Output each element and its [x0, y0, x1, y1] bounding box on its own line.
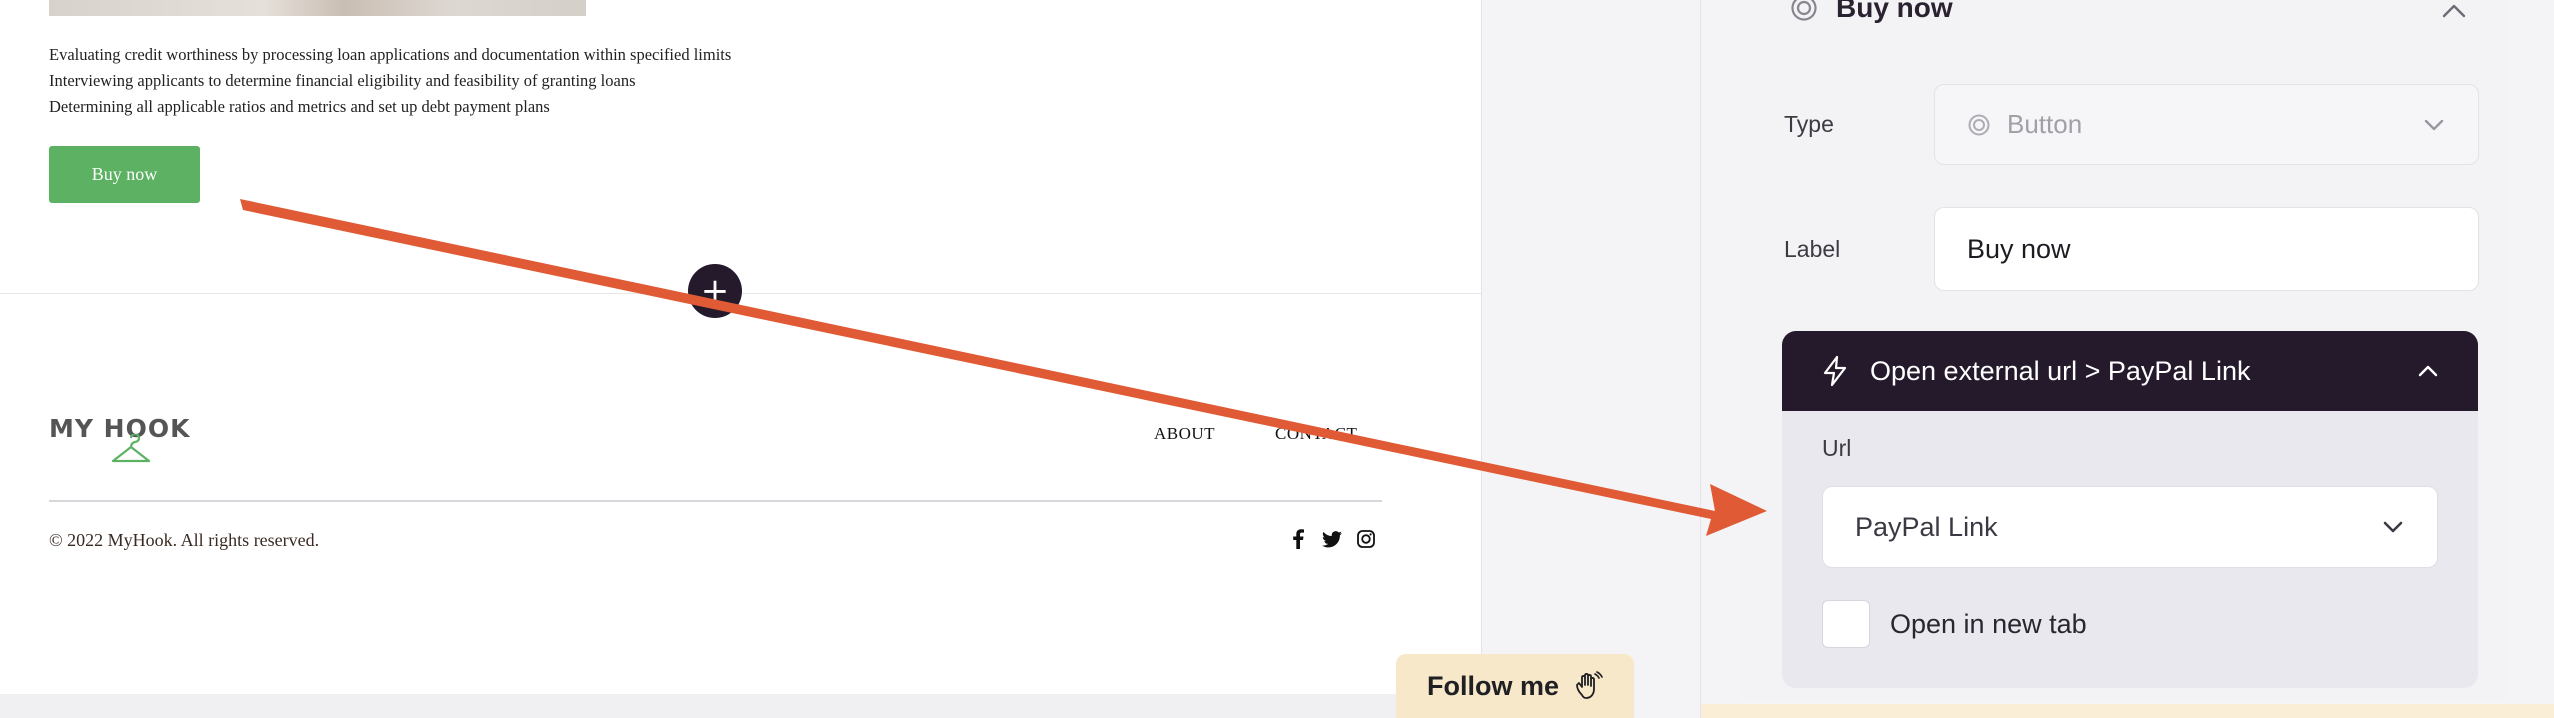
hanger-icon — [111, 434, 151, 463]
chevron-up-icon[interactable] — [2416, 363, 2440, 379]
label-label: Label — [1784, 236, 1841, 262]
url-select[interactable]: PayPal Link — [1822, 486, 2438, 568]
nav-link-contact[interactable]: CONTACT — [1275, 424, 1365, 444]
type-select[interactable]: Button — [1934, 84, 2479, 165]
open-in-new-tab-checkbox[interactable] — [1822, 600, 1870, 648]
duty-item: Evaluating credit worthiness by processi… — [49, 45, 732, 64]
nav-link-about[interactable]: ABOUT — [1154, 424, 1215, 444]
canvas-bottom-edge — [0, 694, 1482, 718]
action-card: Open external url > PayPal Link Url PayP… — [1782, 331, 2478, 688]
chevron-down-icon — [2383, 521, 2403, 533]
open-in-new-tab-label: Open in new tab — [1890, 609, 2087, 639]
footer-divider — [49, 500, 1382, 502]
url-label: Url — [1822, 435, 1852, 461]
duty-item: Determining all applicable ratios and me… — [49, 97, 550, 116]
social-links — [1288, 528, 1376, 550]
label-input[interactable] — [1934, 207, 2479, 291]
collapse-chevron-up-icon[interactable] — [2440, 0, 2468, 22]
element-header[interactable]: Buy now — [1790, 0, 1953, 24]
facebook-icon[interactable] — [1288, 528, 1308, 550]
type-label: Type — [1784, 111, 1834, 137]
website-preview: Evaluating credit worthiness by processi… — [0, 0, 1482, 694]
profile-photo — [49, 0, 586, 16]
twitter-icon[interactable] — [1322, 528, 1342, 550]
panel-bottom-edge — [1701, 704, 2554, 718]
element-title: Buy now — [1836, 0, 1953, 23]
waving-hand-icon — [1576, 671, 1603, 699]
buy-now-button[interactable]: Buy now — [49, 146, 200, 203]
action-title: Open external url > PayPal Link — [1870, 355, 2251, 386]
panel-separator — [1700, 0, 1701, 718]
follow-me-label: Follow me — [1426, 670, 1559, 701]
button-type-icon — [1968, 114, 1990, 135]
lightning-icon — [1823, 355, 1847, 387]
url-value: PayPal Link — [1855, 511, 1998, 542]
chevron-down-icon — [2424, 119, 2444, 130]
duty-item: Interviewing applicants to determine fin… — [49, 71, 636, 90]
add-section-button[interactable]: + — [688, 264, 742, 318]
copyright-text: © 2022 MyHook. All rights reserved. — [49, 530, 320, 550]
instagram-icon[interactable] — [1356, 528, 1376, 550]
follow-me-badge[interactable]: Follow me — [1396, 654, 1634, 718]
button-element-icon — [1791, 0, 1817, 21]
duties-list: Evaluating credit worthiness by processi… — [49, 42, 731, 120]
type-value: Button — [2007, 109, 2083, 139]
action-header[interactable]: Open external url > PayPal Link — [1782, 331, 2478, 411]
